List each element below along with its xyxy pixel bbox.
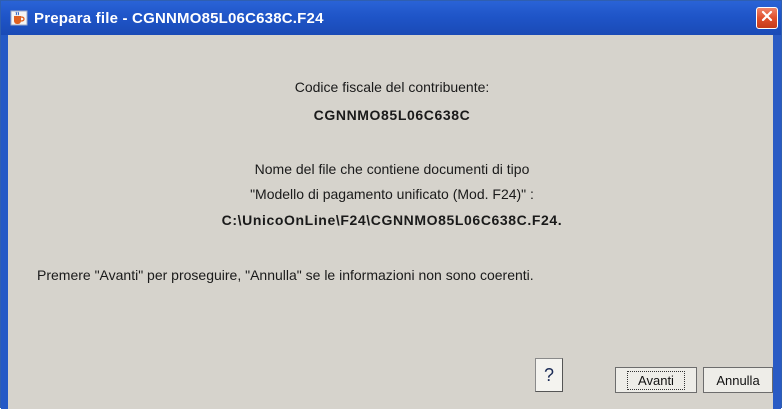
codice-fiscale-value: CGNNMO85L06C638C xyxy=(313,107,471,123)
file-path-value: C:\UnicoOnLine\F24\CGNNMO85L06C638C.F24. xyxy=(221,212,563,228)
codice-fiscale-label: Codice fiscale del contribuente: xyxy=(294,79,490,95)
help-button[interactable]: ? xyxy=(535,358,563,392)
help-label: ? xyxy=(543,364,554,385)
avanti-button[interactable]: Avanti xyxy=(615,367,697,393)
file-description-line2: "Modello di pagamento unificato (Mod. F2… xyxy=(250,186,534,202)
close-button[interactable] xyxy=(756,7,778,29)
title-bar[interactable]: Prepara file - CGNNMO85L06C638C.F24 xyxy=(1,1,781,35)
avanti-label: Avanti xyxy=(627,370,685,390)
close-icon xyxy=(761,9,773,27)
java-cup-icon xyxy=(10,9,28,27)
annulla-button[interactable]: Annulla xyxy=(703,367,773,393)
dialog-window: Prepara file - CGNNMO85L06C638C.F24 Codi… xyxy=(0,0,782,409)
instructions-text: Premere "Avanti" per proseguire, "Annull… xyxy=(37,267,534,283)
annulla-label: Annulla xyxy=(716,372,760,388)
window-title: Prepara file - CGNNMO85L06C638C.F24 xyxy=(34,9,324,27)
file-description-line1: Nome del file che contiene documenti di … xyxy=(254,161,530,177)
